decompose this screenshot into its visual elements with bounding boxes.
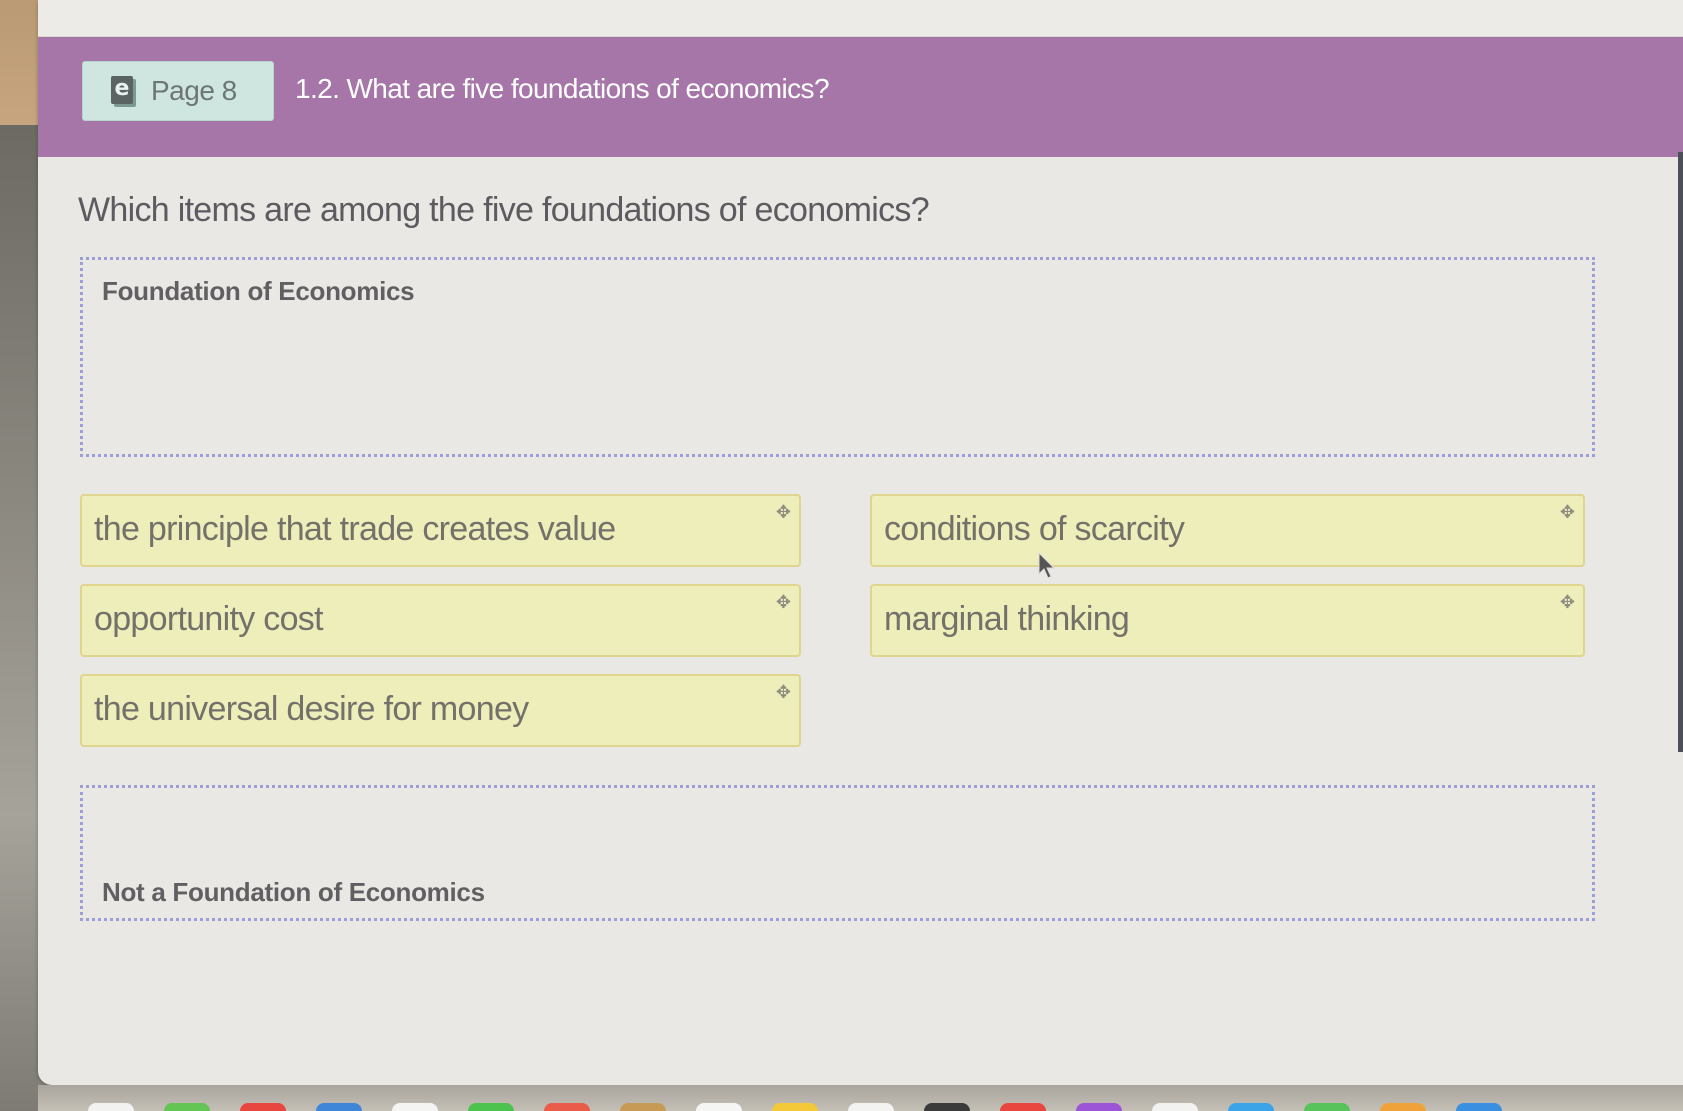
photo-background <box>0 0 38 125</box>
window-edge <box>1678 152 1683 752</box>
dock-app-icon[interactable] <box>468 1103 514 1111</box>
dock-app-icon[interactable] <box>240 1103 286 1111</box>
tile-label: opportunity cost <box>94 600 324 638</box>
dock-app-icon[interactable] <box>1000 1103 1046 1111</box>
move-icon[interactable]: ✥ <box>776 502 791 523</box>
dock-app-icon[interactable] <box>164 1103 210 1111</box>
question-prompt: Which items are among the five foundatio… <box>78 191 930 229</box>
page-reference-button[interactable]: e Page 8 <box>82 61 274 121</box>
dock-app-icon[interactable] <box>848 1103 894 1111</box>
page-label: Page 8 <box>151 75 237 106</box>
dropzone-foundation[interactable]: Foundation of Economics <box>80 257 1595 457</box>
dock-app-icon[interactable] <box>1076 1103 1122 1111</box>
dock-app-icon[interactable] <box>392 1103 438 1111</box>
browser-viewport: e Page 8 1.2. What are five foundations … <box>38 0 1683 1085</box>
ebook-icon: e <box>111 76 136 107</box>
dock-app-icon[interactable] <box>1152 1103 1198 1111</box>
tile-label: the universal desire for money <box>94 690 529 728</box>
answer-tile[interactable]: the universal desire for money ✥ <box>80 674 801 747</box>
move-icon[interactable]: ✥ <box>1560 502 1575 523</box>
dropzone-label: Not a Foundation of Economics <box>102 877 485 907</box>
dock-app-icon[interactable] <box>1456 1103 1502 1111</box>
header-bar: e Page 8 1.2. What are five foundations … <box>38 37 1683 157</box>
dock-app-icon[interactable] <box>1228 1103 1274 1111</box>
answer-tile[interactable]: the principle that trade creates value ✥ <box>80 494 801 567</box>
move-icon[interactable]: ✥ <box>776 592 791 613</box>
dock-app-icon[interactable] <box>1304 1103 1350 1111</box>
question-content: Which items are among the five foundatio… <box>38 157 1683 1085</box>
move-icon[interactable]: ✥ <box>776 682 791 703</box>
top-strip <box>38 0 1683 37</box>
dock-app-icon[interactable] <box>88 1103 134 1111</box>
dock <box>38 1085 1683 1111</box>
dock-app-icon[interactable] <box>924 1103 970 1111</box>
answer-tile[interactable]: marginal thinking ✥ <box>870 584 1585 657</box>
dropzone-label: Foundation of Economics <box>102 276 415 306</box>
dock-app-icon[interactable] <box>1380 1103 1426 1111</box>
move-icon[interactable]: ✥ <box>1560 592 1575 613</box>
tile-label: conditions of scarcity <box>884 510 1185 548</box>
tile-label: the principle that trade creates value <box>94 510 616 548</box>
dock-app-icon[interactable] <box>772 1103 818 1111</box>
answer-tile[interactable]: conditions of scarcity ✥ <box>870 494 1585 567</box>
dock-app-icon[interactable] <box>316 1103 362 1111</box>
answer-tile[interactable]: opportunity cost ✥ <box>80 584 801 657</box>
tile-label: marginal thinking <box>884 600 1130 638</box>
dock-app-icon[interactable] <box>620 1103 666 1111</box>
page-title: 1.2. What are five foundations of econom… <box>295 73 830 104</box>
dropzone-not-foundation[interactable]: Not a Foundation of Economics <box>80 785 1595 921</box>
dock-app-icon[interactable] <box>696 1103 742 1111</box>
photo-background <box>0 125 38 1111</box>
dock-app-icon[interactable] <box>544 1103 590 1111</box>
